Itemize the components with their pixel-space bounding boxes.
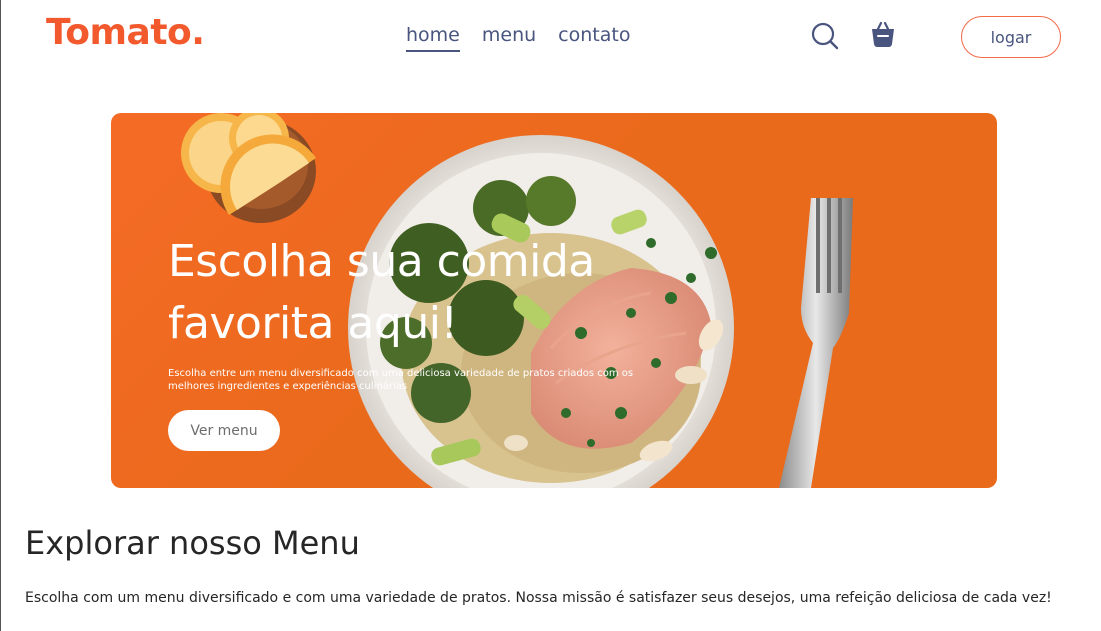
login-button[interactable]: logar <box>961 16 1061 58</box>
explore-menu-text: Escolha com um menu diversificado e com … <box>25 590 1052 606</box>
basket-icon[interactable] <box>867 20 899 52</box>
hero-banner: Escolha sua comida favorita aqui! Escolh… <box>111 113 997 488</box>
hero-subtitle: Escolha entre um menu diversificado com … <box>168 368 634 392</box>
explore-menu-title: Explorar nosso Menu <box>25 524 360 562</box>
navbar: Tomato. home menu contato logar <box>1 0 1101 80</box>
nav-link-home[interactable]: home <box>406 24 460 52</box>
search-icon[interactable] <box>809 20 841 52</box>
nav-links: home menu contato <box>406 24 630 52</box>
nav-link-menu[interactable]: menu <box>482 24 536 52</box>
view-menu-button[interactable]: Ver menu <box>168 410 280 451</box>
nav-link-contato[interactable]: contato <box>558 24 630 52</box>
hero-title: Escolha sua comida favorita aqui! <box>168 236 595 349</box>
logo[interactable]: Tomato. <box>46 12 205 53</box>
